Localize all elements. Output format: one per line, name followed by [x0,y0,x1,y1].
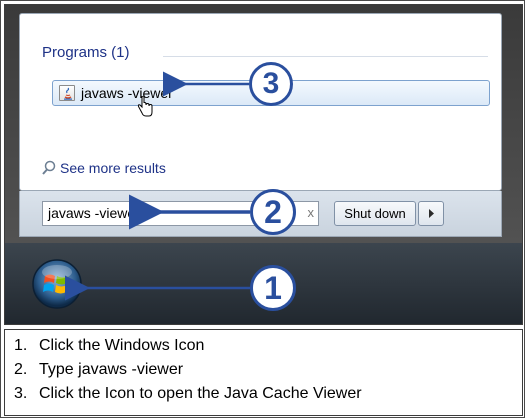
figure-frame: Programs (1) javaws -viewer See more res… [0,0,525,418]
screenshot-panel: Programs (1) javaws -viewer See more res… [4,4,523,325]
instruction-list: 1. Click the Windows Icon 2. Type javaws -… [5,334,362,406]
instruction-step-2: 2. Type javaws -viewer [14,361,184,378]
instruction-step-1: 1. Click the Windows Icon [14,337,205,354]
callout-badge-3: 3 [249,62,293,106]
instructions-panel: 1. Click the Windows Icon 2. Type javaws -… [4,329,523,416]
callout-badge-2: 2 [250,189,296,235]
callout-badge-1: 1 [250,265,296,311]
instruction-step-3: 3. Click the Icon to open the Java Cache … [14,385,362,402]
